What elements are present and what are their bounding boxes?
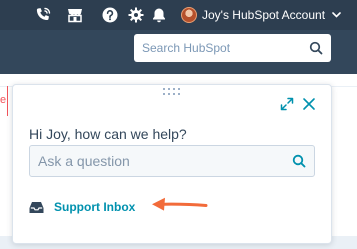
- support-inbox-link[interactable]: Support Inbox: [29, 199, 135, 215]
- chevron-down-icon: [332, 12, 341, 18]
- help-greeting: Hi Joy, how can we help?: [29, 126, 187, 142]
- search-icon[interactable]: [292, 154, 306, 168]
- ask-question-input[interactable]: [38, 153, 292, 169]
- marketplace-icon[interactable]: [66, 6, 84, 24]
- account-name: Joy's HubSpot Account: [202, 8, 326, 22]
- calling-icon[interactable]: [34, 6, 52, 24]
- help-widget: Hi Joy, how can we help? Support Inbox: [12, 84, 332, 244]
- search-icon[interactable]: [309, 41, 323, 55]
- settings-icon[interactable]: [127, 6, 145, 24]
- top-navigation-bar: Joy's HubSpot Account: [0, 0, 357, 30]
- close-icon[interactable]: [302, 97, 316, 111]
- account-menu[interactable]: Joy's HubSpot Account: [181, 5, 341, 25]
- support-inbox-label: Support Inbox: [54, 200, 136, 214]
- annotation-arrow: [150, 196, 208, 212]
- drag-handle[interactable]: [163, 88, 183, 96]
- truncated-text: e: [0, 94, 7, 106]
- help-icon[interactable]: [101, 6, 119, 24]
- search-input[interactable]: [142, 41, 309, 55]
- avatar: [181, 7, 197, 23]
- secondary-navigation-bar: [0, 30, 357, 74]
- notifications-icon[interactable]: [150, 6, 168, 24]
- global-search[interactable]: [134, 34, 331, 62]
- inbox-icon: [29, 201, 44, 213]
- ask-question-field[interactable]: [29, 145, 315, 177]
- expand-icon[interactable]: [280, 97, 294, 111]
